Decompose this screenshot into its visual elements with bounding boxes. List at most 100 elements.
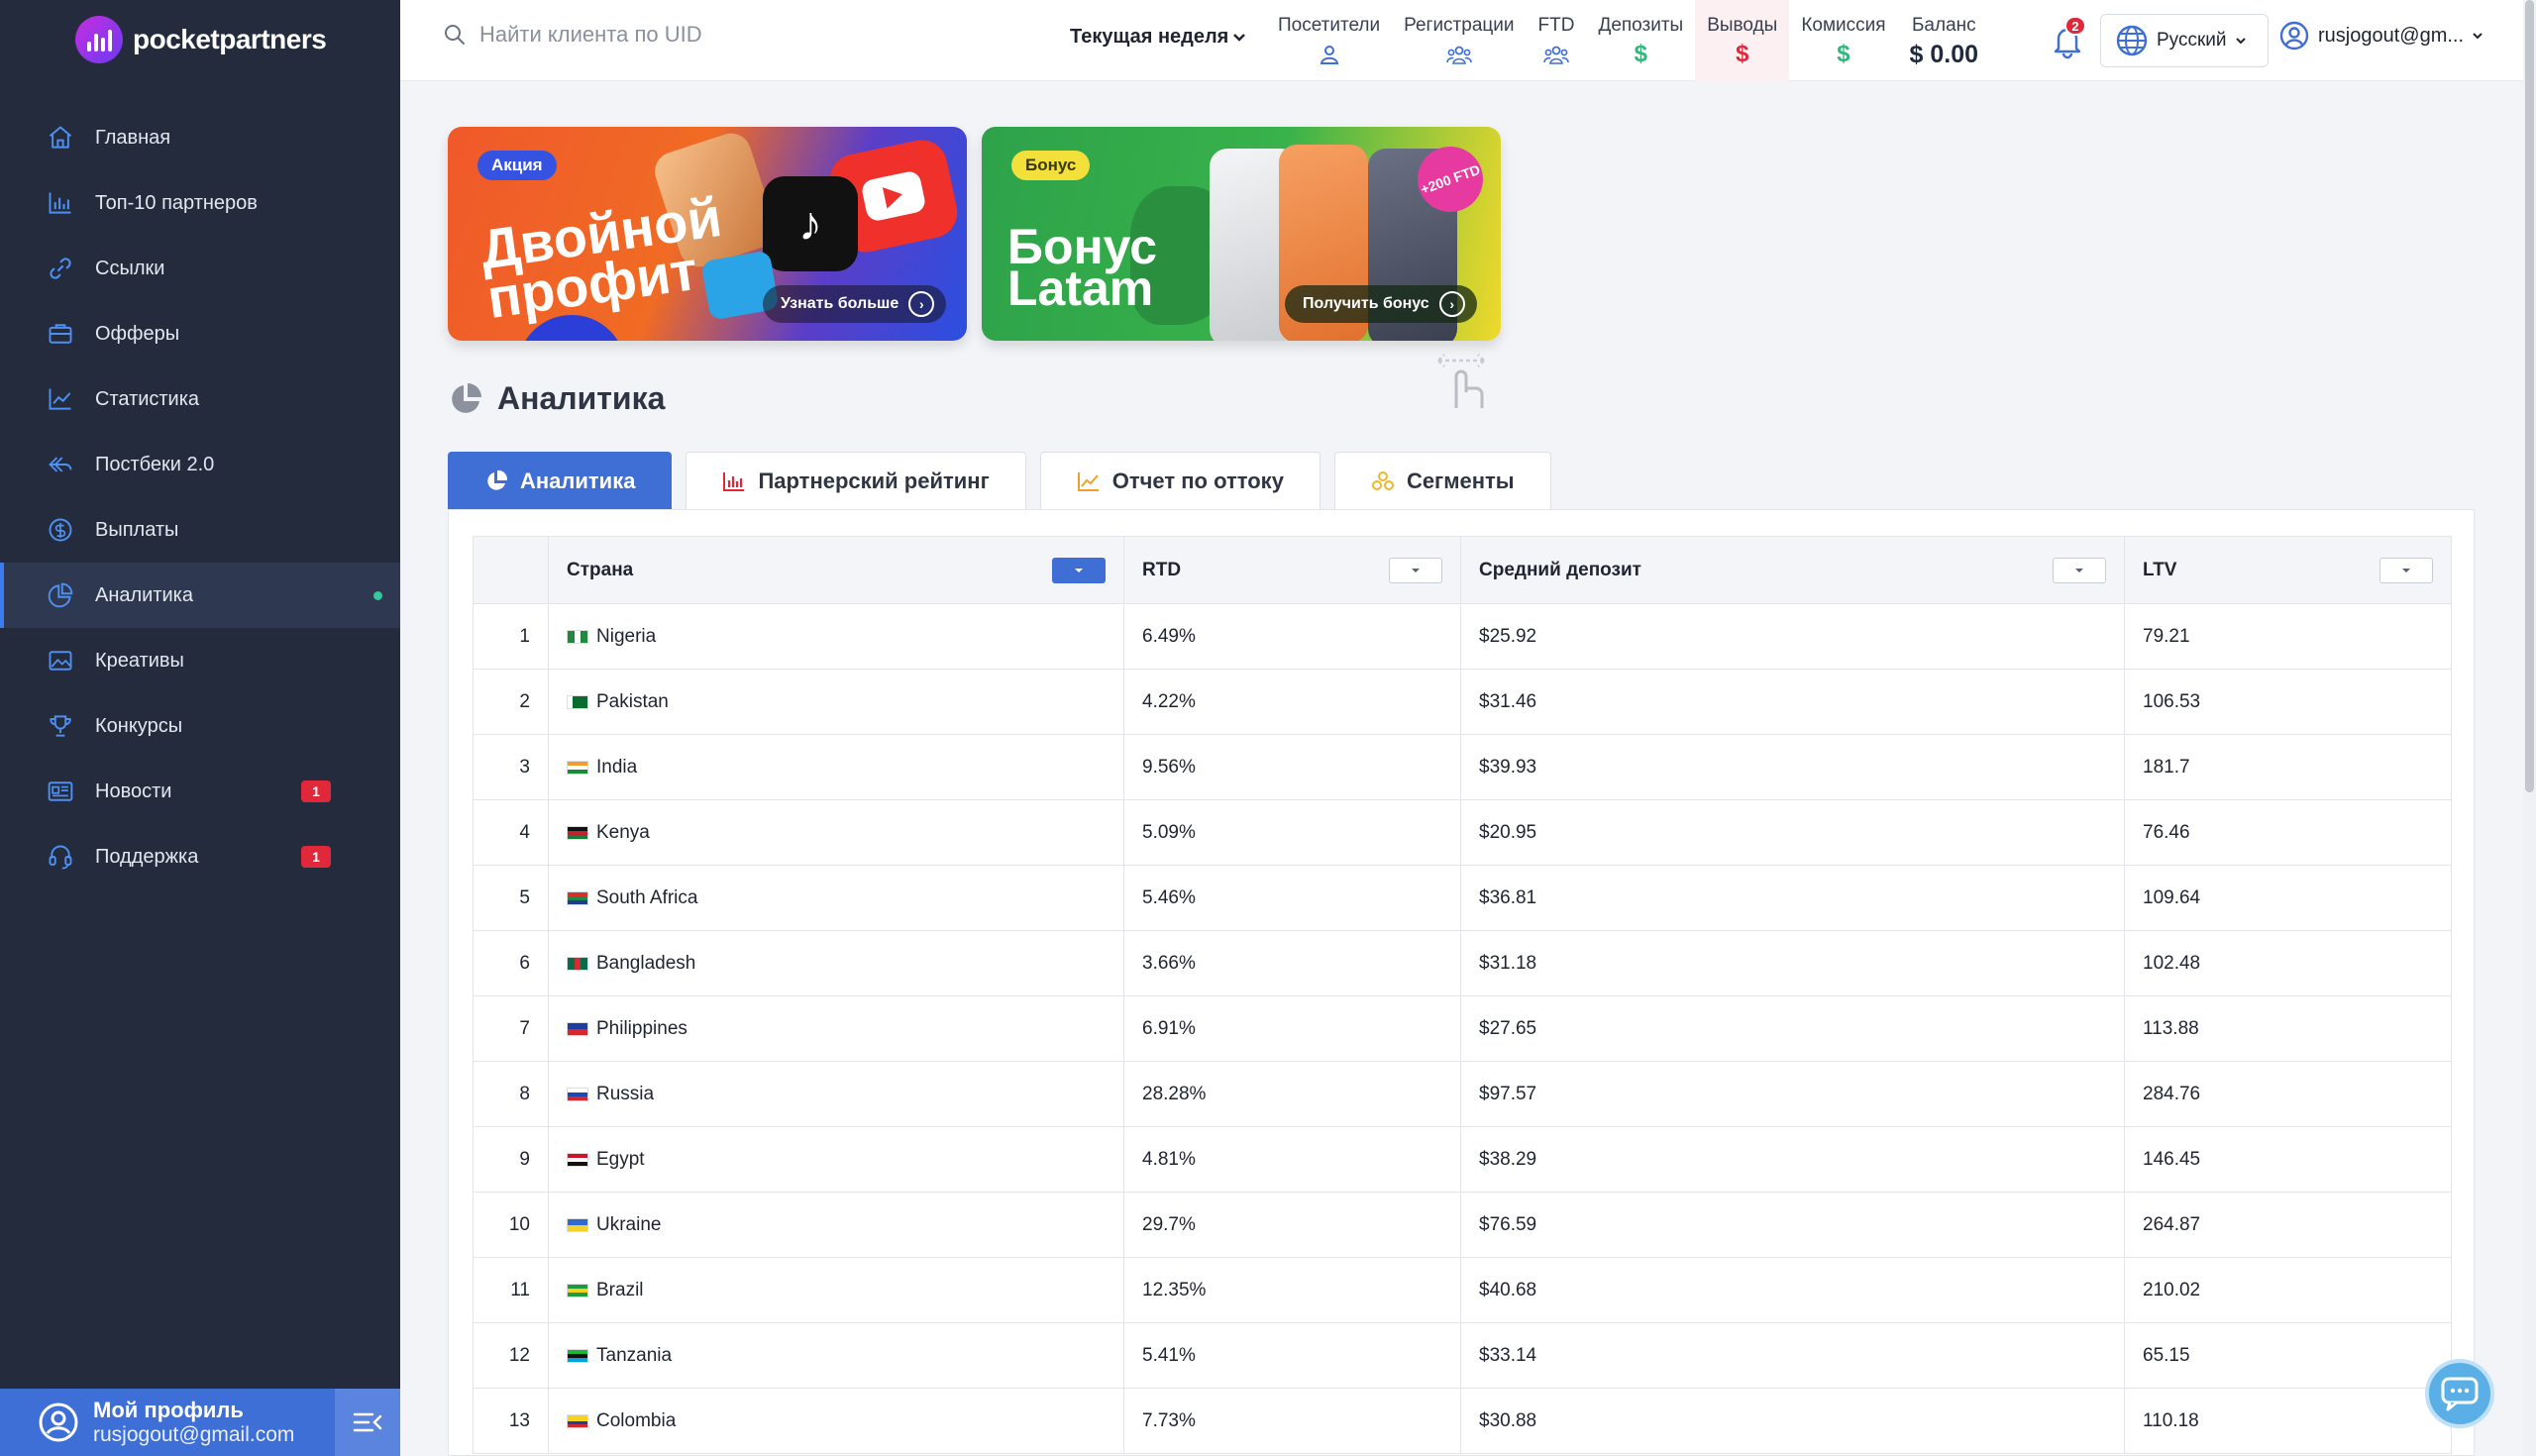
tab-3[interactable]: Сегменты bbox=[1333, 452, 1551, 509]
country-name: Colombia bbox=[596, 1409, 677, 1431]
table-row[interactable]: 11 Brazil 12.35% $40.68 210.02 bbox=[473, 1257, 2452, 1323]
sort-down-icon bbox=[1075, 568, 1083, 572]
country-cell: Philippines bbox=[548, 995, 1124, 1062]
rtd-cell: 5.41% bbox=[1123, 1322, 1461, 1389]
rtd-cell: 9.56% bbox=[1123, 734, 1461, 800]
user-icon bbox=[1317, 43, 1342, 66]
bar-chart-icon bbox=[723, 471, 745, 491]
sidebar-item-coin[interactable]: Выплаты bbox=[0, 497, 400, 563]
table-row[interactable]: 2 Pakistan 4.22% $31.46 106.53 bbox=[473, 669, 2452, 735]
table-row[interactable]: 1 Nigeria 6.49% $25.92 79.21 bbox=[473, 603, 2452, 670]
sidebar-nav: Главная Топ-10 партнеров Ссылки Офферы Стати… bbox=[0, 105, 400, 889]
banner-tag: Бонус bbox=[1011, 151, 1091, 180]
sidebar-item-support[interactable]: Поддержка 1 bbox=[0, 824, 400, 889]
country-cell: Kenya bbox=[548, 799, 1124, 866]
table-row[interactable]: 6 Bangladesh 3.66% $31.18 102.48 bbox=[473, 930, 2452, 996]
learn-more-label: Узнать больше bbox=[781, 295, 899, 312]
table-row[interactable]: 4 Kenya 5.09% $20.95 76.46 bbox=[473, 799, 2452, 866]
sidebar-item-home[interactable]: Главная bbox=[0, 105, 400, 170]
row-number: 10 bbox=[473, 1192, 549, 1258]
table-row[interactable]: 9 Egypt 4.81% $38.29 146.45 bbox=[473, 1126, 2452, 1193]
learn-more-button[interactable]: Узнать больше › bbox=[763, 285, 947, 323]
country-analytics-table: Страна RTD Средний депозит LTV 1 Nigeria 6… bbox=[473, 536, 2452, 1454]
avg-deposit-cell: $20.95 bbox=[1460, 799, 2125, 866]
search-input[interactable] bbox=[479, 22, 796, 48]
swipe-hand-icon bbox=[1437, 354, 1485, 408]
table-row[interactable]: 8 Russia 28.28% $97.57 284.76 bbox=[473, 1061, 2452, 1127]
country-cell: Tanzania bbox=[548, 1322, 1124, 1389]
stats-summary: Посетители Регистрации FTD Депозиты $ Выводы $… bbox=[1266, 0, 1990, 81]
sidebar-item-label: Новости bbox=[95, 780, 172, 802]
table-row[interactable]: 13 Colombia 7.73% $30.88 110.18 bbox=[473, 1388, 2452, 1454]
ltv-cell: 110.18 bbox=[2124, 1388, 2452, 1454]
sidebar-item-image[interactable]: Креативы bbox=[0, 628, 400, 693]
arrow-right-icon: › bbox=[908, 291, 935, 317]
country-flag-icon bbox=[567, 760, 588, 775]
get-bonus-button[interactable]: Получить бонус › bbox=[1285, 285, 1477, 323]
trophy-icon bbox=[46, 711, 75, 741]
column-header-rtd: RTD bbox=[1123, 536, 1461, 604]
profile-link[interactable]: Мой профиль rusjogout@gmail.com bbox=[0, 1398, 335, 1447]
rtd-cell: 4.81% bbox=[1123, 1126, 1461, 1193]
analytics-panel: Страна RTD Средний депозит LTV 1 Nigeria 6… bbox=[448, 509, 2475, 1456]
sidebar-item-link[interactable]: Ссылки bbox=[0, 236, 400, 301]
ltv-cell: 210.02 bbox=[2124, 1257, 2452, 1323]
profile-name: Мой профиль bbox=[93, 1398, 244, 1422]
sidebar-item-line-chart[interactable]: Статистика bbox=[0, 366, 400, 432]
language-selector[interactable]: Русский bbox=[2100, 14, 2269, 67]
support-icon bbox=[46, 842, 75, 872]
table-row[interactable]: 12 Tanzania 5.41% $33.14 65.15 bbox=[473, 1322, 2452, 1389]
promo-banner-double-profit[interactable]: ♪ Акция Двойной профит Узнать больше › bbox=[448, 127, 967, 341]
promo-banner-latam-bonus[interactable]: +200 FTD Бонус Бонус Latam Получить бону… bbox=[982, 127, 1501, 341]
tab-0[interactable]: Аналитика bbox=[448, 452, 673, 509]
country-name: Nigeria bbox=[596, 625, 657, 647]
dollar-icon: $ bbox=[1634, 41, 1648, 67]
dollar-icon: $ bbox=[1837, 41, 1850, 67]
row-number-header bbox=[473, 536, 549, 604]
column-header-ltv: LTV bbox=[2124, 536, 2452, 604]
country-name: Egypt bbox=[596, 1148, 645, 1170]
chat-support-button[interactable] bbox=[2425, 1359, 2494, 1428]
segments-icon bbox=[1371, 470, 1394, 490]
news-icon bbox=[46, 777, 75, 806]
user-menu[interactable]: rusjogout@gm... bbox=[2278, 20, 2483, 52]
table-row[interactable]: 7 Philippines 6.91% $27.65 113.88 bbox=[473, 995, 2452, 1062]
sort-country-button[interactable] bbox=[1052, 557, 1106, 583]
country-cell: South Africa bbox=[548, 865, 1124, 931]
row-number: 2 bbox=[473, 669, 549, 735]
tab-2[interactable]: Отчет по оттоку bbox=[1039, 452, 1321, 509]
sidebar-item-postback[interactable]: Постбеки 2.0 bbox=[0, 432, 400, 497]
tab-1[interactable]: Партнерский рейтинг bbox=[686, 452, 1026, 509]
avg-deposit-cell: $97.57 bbox=[1460, 1061, 2125, 1127]
sidebar-item-bar-chart[interactable]: Топ-10 партнеров bbox=[0, 170, 400, 236]
logo-icon bbox=[75, 16, 123, 63]
table-row[interactable]: 10 Ukraine 29.7% $76.59 264.87 bbox=[473, 1192, 2452, 1258]
sidebar-item-briefcase[interactable]: Офферы bbox=[0, 301, 400, 366]
sidebar-item-label: Аналитика bbox=[95, 583, 193, 606]
collapse-sidebar-button[interactable] bbox=[335, 1389, 400, 1456]
avg-deposit-cell: $31.46 bbox=[1460, 669, 2125, 735]
sort-ltv-button[interactable] bbox=[2379, 557, 2433, 583]
rtd-cell: 7.73% bbox=[1123, 1388, 1461, 1454]
country-flag-icon bbox=[567, 629, 588, 644]
sort-rtd-button[interactable] bbox=[1389, 557, 1442, 583]
sort-avg-deposit-button[interactable] bbox=[2053, 557, 2106, 583]
avg-deposit-cell: $30.88 bbox=[1460, 1388, 2125, 1454]
country-name: South Africa bbox=[596, 886, 698, 908]
brand-logo[interactable]: pocketpartners bbox=[75, 14, 327, 65]
country-name: Bangladesh bbox=[596, 952, 696, 974]
sidebar-item-news[interactable]: Новости 1 bbox=[0, 759, 400, 824]
sidebar-item-label: Креативы bbox=[95, 649, 184, 672]
row-number: 13 bbox=[473, 1388, 549, 1454]
period-selector[interactable]: Текущая неделя bbox=[1070, 26, 1246, 49]
notification-count-badge: 2 bbox=[2064, 16, 2086, 36]
active-indicator-dot bbox=[373, 591, 382, 600]
table-row[interactable]: 5 South Africa 5.46% $36.81 109.64 bbox=[473, 865, 2452, 931]
sidebar-item-trophy[interactable]: Конкурсы bbox=[0, 693, 400, 759]
sidebar-item-analytics[interactable]: Аналитика bbox=[0, 563, 400, 628]
stat-2: FTD bbox=[1527, 0, 1587, 81]
table-row[interactable]: 3 India 9.56% $39.93 181.7 bbox=[473, 734, 2452, 800]
ltv-cell: 113.88 bbox=[2124, 995, 2452, 1062]
country-name: Pakistan bbox=[596, 690, 669, 712]
page-scrollbar-thumb[interactable] bbox=[2525, 0, 2534, 792]
